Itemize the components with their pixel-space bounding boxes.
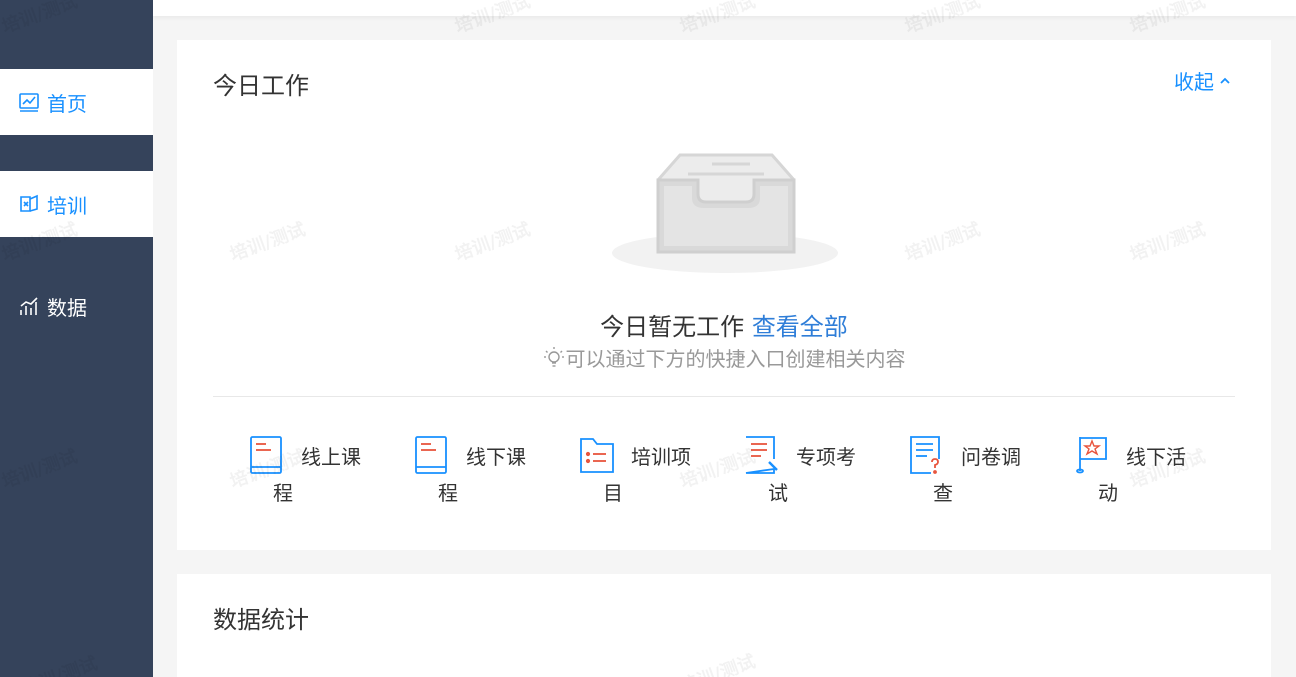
shortcut-label: 线上课程 xyxy=(273,445,361,505)
empty-inbox-illustration xyxy=(610,150,840,275)
card-title: 今日工作 xyxy=(213,72,309,100)
shortcut-offline-course[interactable]: 线下课程 xyxy=(414,435,544,515)
data-stats-card: 数据统计 xyxy=(177,574,1271,677)
today-work-card: 今日工作 收起 今日暂无工作 查看全部 可以通过下方的快捷入口创建相关内容 线上… xyxy=(177,40,1271,550)
shortcut-label: 线下活动 xyxy=(1098,445,1186,505)
sidebar: 首页 培训 数据 xyxy=(0,0,153,677)
chevron-up-icon xyxy=(1219,75,1231,87)
sidebar-item-label: 培训 xyxy=(47,193,87,218)
training-book-icon xyxy=(18,193,40,215)
empty-text: 今日暂无工作 xyxy=(600,313,745,341)
view-all-link[interactable]: 查看全部 xyxy=(752,313,848,341)
hint-row: 可以通过下方的快捷入口创建相关内容 xyxy=(177,343,1271,372)
shortcut-label: 问卷调查 xyxy=(933,445,1021,505)
sidebar-item-home[interactable]: 首页 xyxy=(0,69,153,135)
shortcut-online-course[interactable]: 线上课程 xyxy=(249,435,379,515)
collapse-button[interactable]: 收起 xyxy=(1174,66,1231,95)
shortcut-special-exam[interactable]: 专项考试 xyxy=(744,435,874,515)
dashboard-chart-icon xyxy=(18,91,40,113)
shortcut-survey[interactable]: 问卷调查 xyxy=(909,435,1039,515)
app-root: 首页 培训 数据 今日工作 收起 今日暂无工作 查看全部 可以通过下方的快捷入口… xyxy=(0,0,1296,677)
collapse-label: 收起 xyxy=(1174,70,1214,94)
shortcut-label: 专项考试 xyxy=(768,445,856,505)
shortcut-label: 线下课程 xyxy=(438,445,526,505)
bar-chart-icon xyxy=(18,295,40,317)
shortcut-training-project[interactable]: 培训项目 xyxy=(579,435,709,515)
shortcut-offline-activity[interactable]: 线下活动 xyxy=(1074,435,1204,515)
empty-state-message: 今日暂无工作 查看全部 xyxy=(177,307,1271,342)
sidebar-item-data[interactable]: 数据 xyxy=(0,273,153,339)
sidebar-item-label: 数据 xyxy=(47,295,87,320)
sidebar-item-training[interactable]: 培训 xyxy=(0,171,153,237)
shortcut-label: 培训项目 xyxy=(603,445,691,505)
divider xyxy=(213,396,1235,397)
hint-text: 可以通过下方的快捷入口创建相关内容 xyxy=(565,347,906,371)
sidebar-item-label: 首页 xyxy=(47,91,87,116)
top-bar xyxy=(153,0,1296,16)
lightbulb-icon xyxy=(543,345,565,371)
card-title: 数据统计 xyxy=(213,606,309,634)
